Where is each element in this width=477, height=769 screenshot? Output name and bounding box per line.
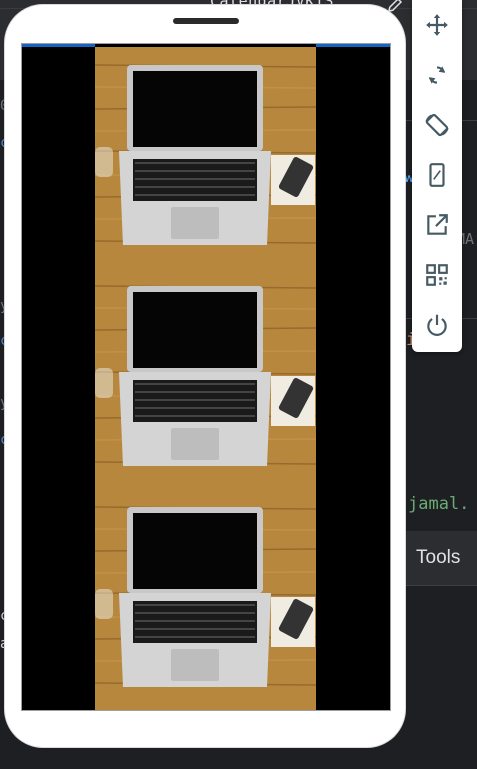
move-button[interactable] <box>418 6 456 44</box>
tools-tab[interactable]: Tools <box>416 547 460 569</box>
open-external-icon <box>427 214 448 235</box>
rotate-button[interactable] <box>418 56 456 94</box>
laptop-photo <box>95 489 316 710</box>
resize-icon <box>429 163 445 187</box>
resize-button[interactable] <box>418 156 456 194</box>
rotate-icon <box>428 66 446 84</box>
code-fragment: jamal. <box>408 494 470 514</box>
emulator-toolbar <box>412 0 462 352</box>
qr-code-icon <box>426 264 448 286</box>
move-icon <box>426 14 448 36</box>
laptop-photo <box>95 47 316 268</box>
device-frame <box>5 5 405 747</box>
power-button[interactable] <box>418 306 456 344</box>
open-external-button[interactable] <box>418 206 456 244</box>
qr-code-button[interactable] <box>418 256 456 294</box>
status-bar-accent <box>22 44 95 47</box>
laptop-photo <box>95 268 316 489</box>
wallpaper-image <box>95 47 316 710</box>
power-icon <box>427 314 447 336</box>
device-speaker <box>173 18 239 24</box>
device-screen[interactable] <box>21 43 391 711</box>
status-bar-accent <box>316 44 390 47</box>
screen-rotation-icon <box>425 113 449 137</box>
auto-rotate-button[interactable] <box>418 106 456 144</box>
divider-line <box>400 585 477 586</box>
